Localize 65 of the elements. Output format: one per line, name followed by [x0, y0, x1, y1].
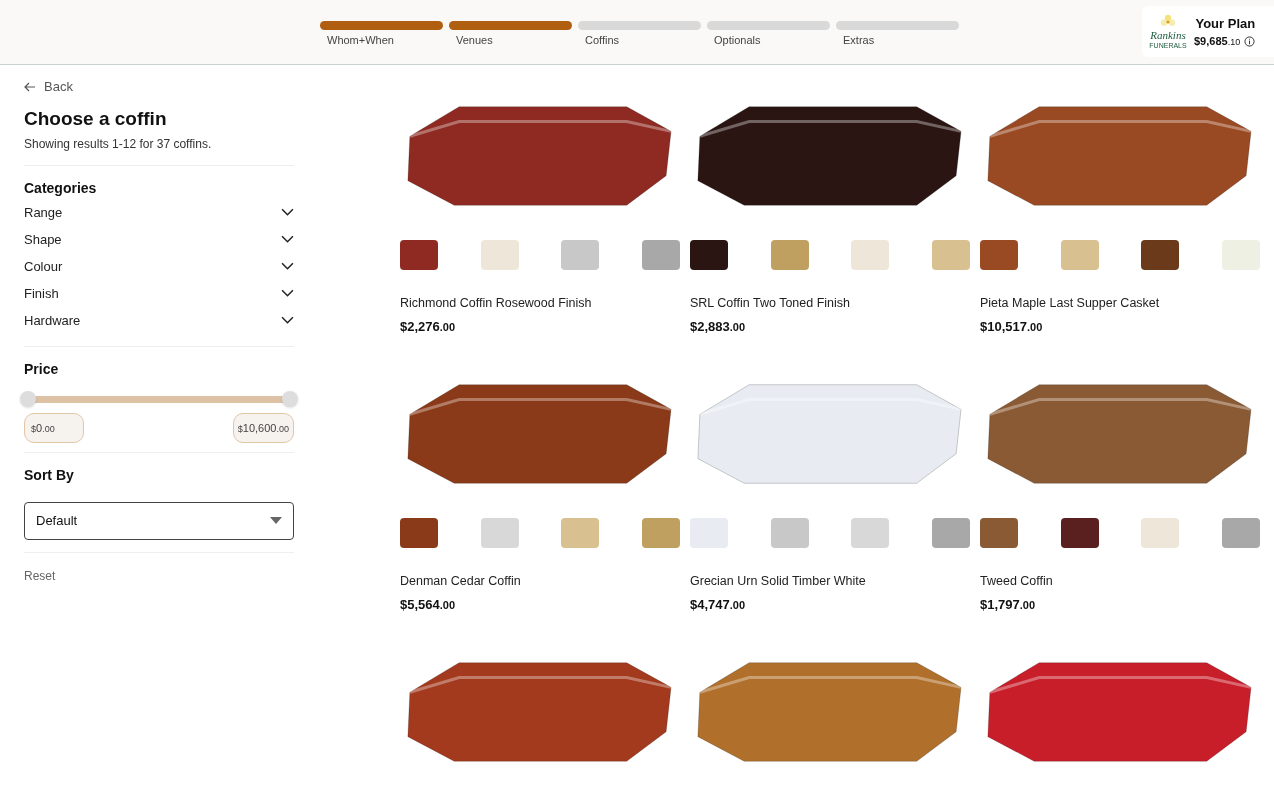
thumbnail-photo-placeholder[interactable]: [851, 240, 890, 270]
thumbnail-photo-placeholder[interactable]: [980, 518, 1018, 548]
thumbnail-photo-placeholder[interactable]: [641, 240, 680, 270]
step-tab[interactable]: Whom+When: [320, 21, 443, 49]
slider-thumb[interactable]: [282, 391, 298, 407]
product-price: $10,517.00: [980, 317, 1044, 336]
product-name[interactable]: Tweed Coffin: [980, 572, 1270, 591]
thumbnail-photo-placeholder[interactable]: [980, 240, 1018, 270]
page-title: Choose a coffin: [24, 106, 168, 131]
product-name[interactable]: Denman Cedar Coffin: [400, 572, 690, 591]
thumbnail-photo-placeholder[interactable]: [1141, 518, 1180, 548]
back-link[interactable]: Back: [24, 77, 294, 97]
section-title: Sort By: [24, 466, 75, 485]
thumbnail-photo-placeholder[interactable]: [931, 240, 970, 270]
reset-link[interactable]: Reset: [24, 569, 56, 583]
product-name[interactable]: SRL Coffin Two Toned Finish: [690, 294, 980, 313]
category-dropdown[interactable]: Hardware: [24, 307, 294, 334]
thumbnail-photo-placeholder[interactable]: [1141, 240, 1180, 270]
sort-select[interactable]: Default: [24, 502, 294, 540]
step-tab[interactable]: Venues: [449, 21, 572, 49]
product-name[interactable]: Grecian Urn Solid Timber White: [690, 572, 980, 591]
caret-icon: [270, 517, 282, 525]
thumbnail-photo-placeholder[interactable]: [561, 240, 600, 270]
price-input[interactable]: $0.00: [24, 413, 84, 443]
step-tab[interactable]: Extras: [836, 21, 959, 49]
thumbnail-photo-placeholder[interactable]: [400, 240, 438, 270]
thumbnail-photo-placeholder[interactable]: [1221, 518, 1260, 548]
category-dropdown[interactable]: Finish: [24, 280, 294, 307]
thumbnail-photo-placeholder[interactable]: [851, 518, 890, 548]
thumbnail-photo-placeholder[interactable]: [690, 240, 728, 270]
thumbnail-photo-placeholder[interactable]: [400, 518, 438, 548]
info-icon[interactable]: [1244, 35, 1256, 47]
logo-text: Rankins: [1150, 30, 1186, 41]
product-price: $5,564.00: [400, 595, 457, 614]
product-price: $2,883.00: [690, 317, 747, 336]
price-input[interactable]: $10,600.00: [232, 413, 294, 443]
step-tab[interactable]: Coffins: [578, 21, 701, 49]
thumbnail-photo-placeholder[interactable]: [770, 240, 809, 270]
plan-total: $9,685.10: [1194, 34, 1241, 49]
section-title: Categories: [24, 179, 98, 198]
thumbnail-photo-placeholder[interactable]: [770, 518, 809, 548]
section-title: Price: [24, 360, 60, 379]
thumbnail-photo-placeholder[interactable]: [1221, 240, 1260, 270]
thumbnail-photo-placeholder[interactable]: [480, 518, 519, 548]
step-tab[interactable]: Optionals: [707, 21, 830, 49]
plan-title: Your Plan: [1195, 14, 1256, 33]
category-dropdown[interactable]: Shape: [24, 226, 294, 253]
price-value: $0.00: [31, 420, 55, 436]
product-price: $1,797.00: [980, 595, 1037, 614]
product-name[interactable]: Richmond Coffin Rosewood Finish: [400, 294, 690, 313]
slider-thumb[interactable]: [20, 391, 36, 407]
product-price: $2,276.00: [400, 317, 457, 336]
thumbnail-photo-placeholder[interactable]: [641, 518, 680, 548]
thumbnail-photo-placeholder[interactable]: [561, 518, 600, 548]
thumbnail-photo-placeholder[interactable]: [931, 518, 970, 548]
price-value: $10,600.00: [237, 420, 289, 436]
thumbnail-photo-placeholder[interactable]: [1060, 240, 1099, 270]
thumbnail-photo-placeholder[interactable]: [1060, 518, 1099, 548]
category-dropdown[interactable]: Range: [24, 199, 294, 226]
arrow-left-icon: [24, 80, 36, 93]
thumbnail-photo-placeholder[interactable]: [480, 240, 519, 270]
results-summary: Showing results 1-12 for 37 coffins.: [24, 136, 213, 153]
product-name[interactable]: Pieta Maple Last Supper Casket: [980, 294, 1270, 313]
category-dropdown[interactable]: Colour: [24, 253, 294, 280]
product-price: $4,747.00: [690, 595, 747, 614]
